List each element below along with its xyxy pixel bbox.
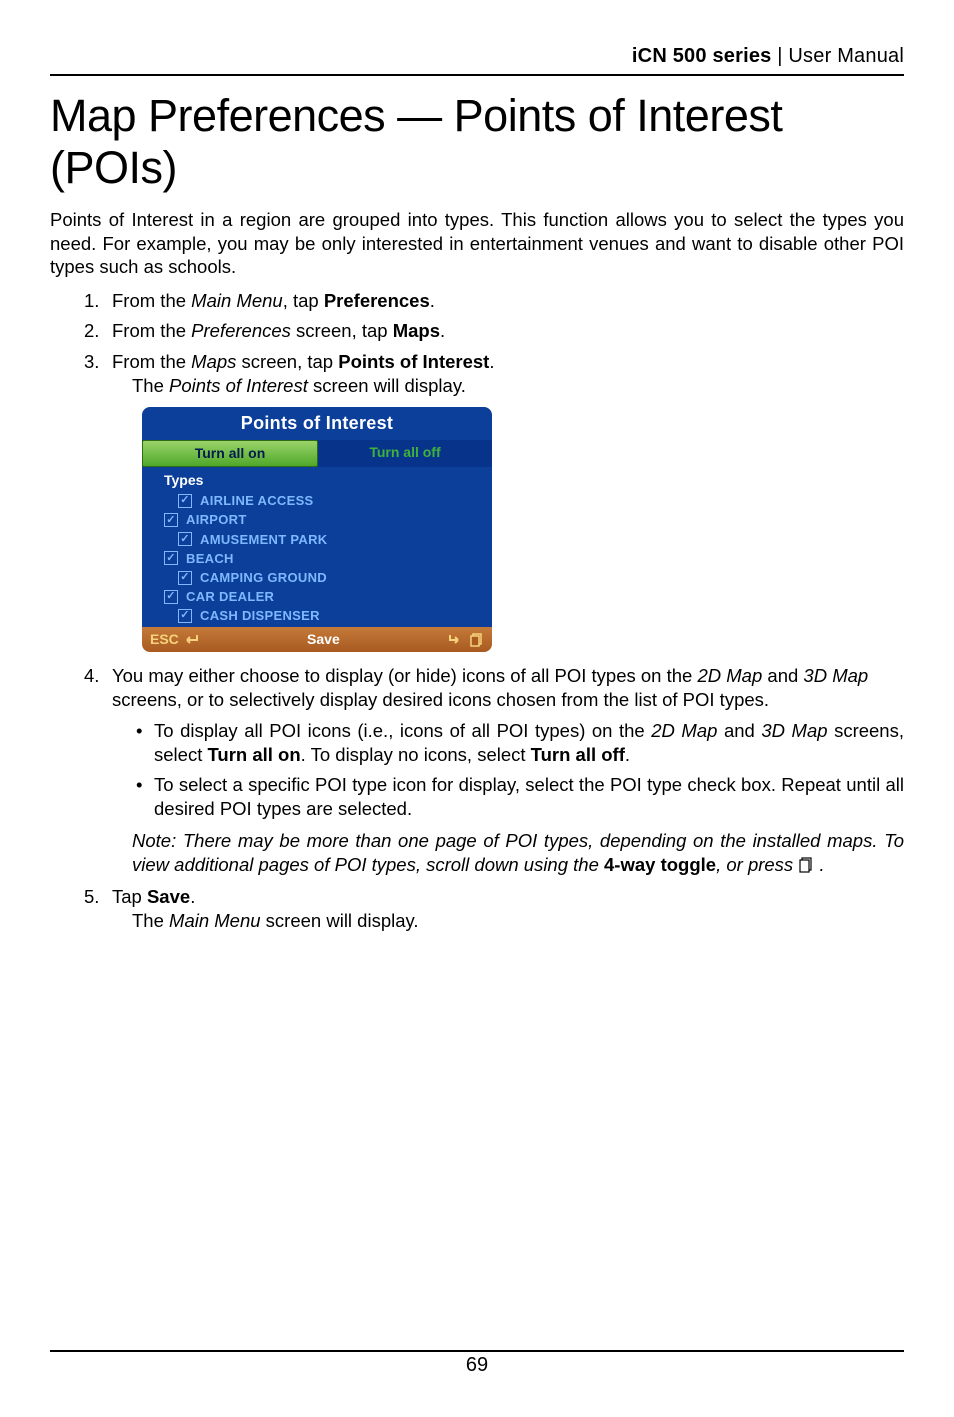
enter-arrow-icon [183,634,199,646]
checkbox-icon[interactable] [178,494,192,508]
intro-paragraph: Points of Interest in a region are group… [50,208,904,279]
device-title: Points of Interest [142,407,492,441]
tab-turn-all-off[interactable]: Turn all off [318,440,492,466]
page-stack-icon [798,857,814,873]
checkbox-icon[interactable] [164,513,178,527]
forward-arrow-icon[interactable] [448,633,464,647]
type-row-amusement-park[interactable]: AMUSEMENT PARK [164,530,492,549]
header-separator: | [771,45,788,67]
checkbox-icon[interactable] [178,571,192,585]
running-header: iCN 500 series | User Manual [50,45,904,76]
type-row-airport[interactable]: AIRPORT [164,510,492,529]
bullet-turn-all: To display all POI icons (i.e., icons of… [154,719,904,767]
step-5: Tap Save. The Main Menu screen will disp… [112,885,904,934]
tab-turn-all-on[interactable]: Turn all on [142,440,318,466]
type-row-camping-ground[interactable]: CAMPING GROUND [164,568,492,587]
step-3: From the Maps screen, tap Points of Inte… [112,350,904,652]
doc-type: User Manual [788,45,904,67]
type-row-beach[interactable]: BEACH [164,549,492,568]
page-stack-icon[interactable] [470,633,484,647]
checkbox-icon[interactable] [178,609,192,623]
type-row-car-dealer[interactable]: CAR DEALER [164,587,492,606]
checkbox-icon[interactable] [178,532,192,546]
page-title: Map Preferences — Points of Interest (PO… [50,90,904,194]
type-row-cash-dispenser[interactable]: CASH DISPENSER [164,606,492,625]
types-heading: Types [164,471,492,489]
product-name: iCN 500 series [632,45,772,67]
checkbox-icon[interactable] [164,590,178,604]
step-2: From the Preferences screen, tap Maps. [112,319,904,343]
esc-button[interactable]: ESC [150,630,199,648]
device-screenshot: Points of Interest Turn all on Turn all … [142,407,904,652]
step-4: You may either choose to display (or hid… [112,664,904,877]
checkbox-icon[interactable] [164,551,178,565]
type-row-airline-access[interactable]: AIRLINE ACCESS [164,491,492,510]
bullet-select-specific: To select a specific POI type icon for d… [154,773,904,821]
save-button[interactable]: Save [199,630,448,648]
page-number: 69 [50,1354,904,1377]
note-text: Note: There may be more than one page of… [132,829,904,877]
step-1: From the Main Menu, tap Preferences. [112,289,904,313]
